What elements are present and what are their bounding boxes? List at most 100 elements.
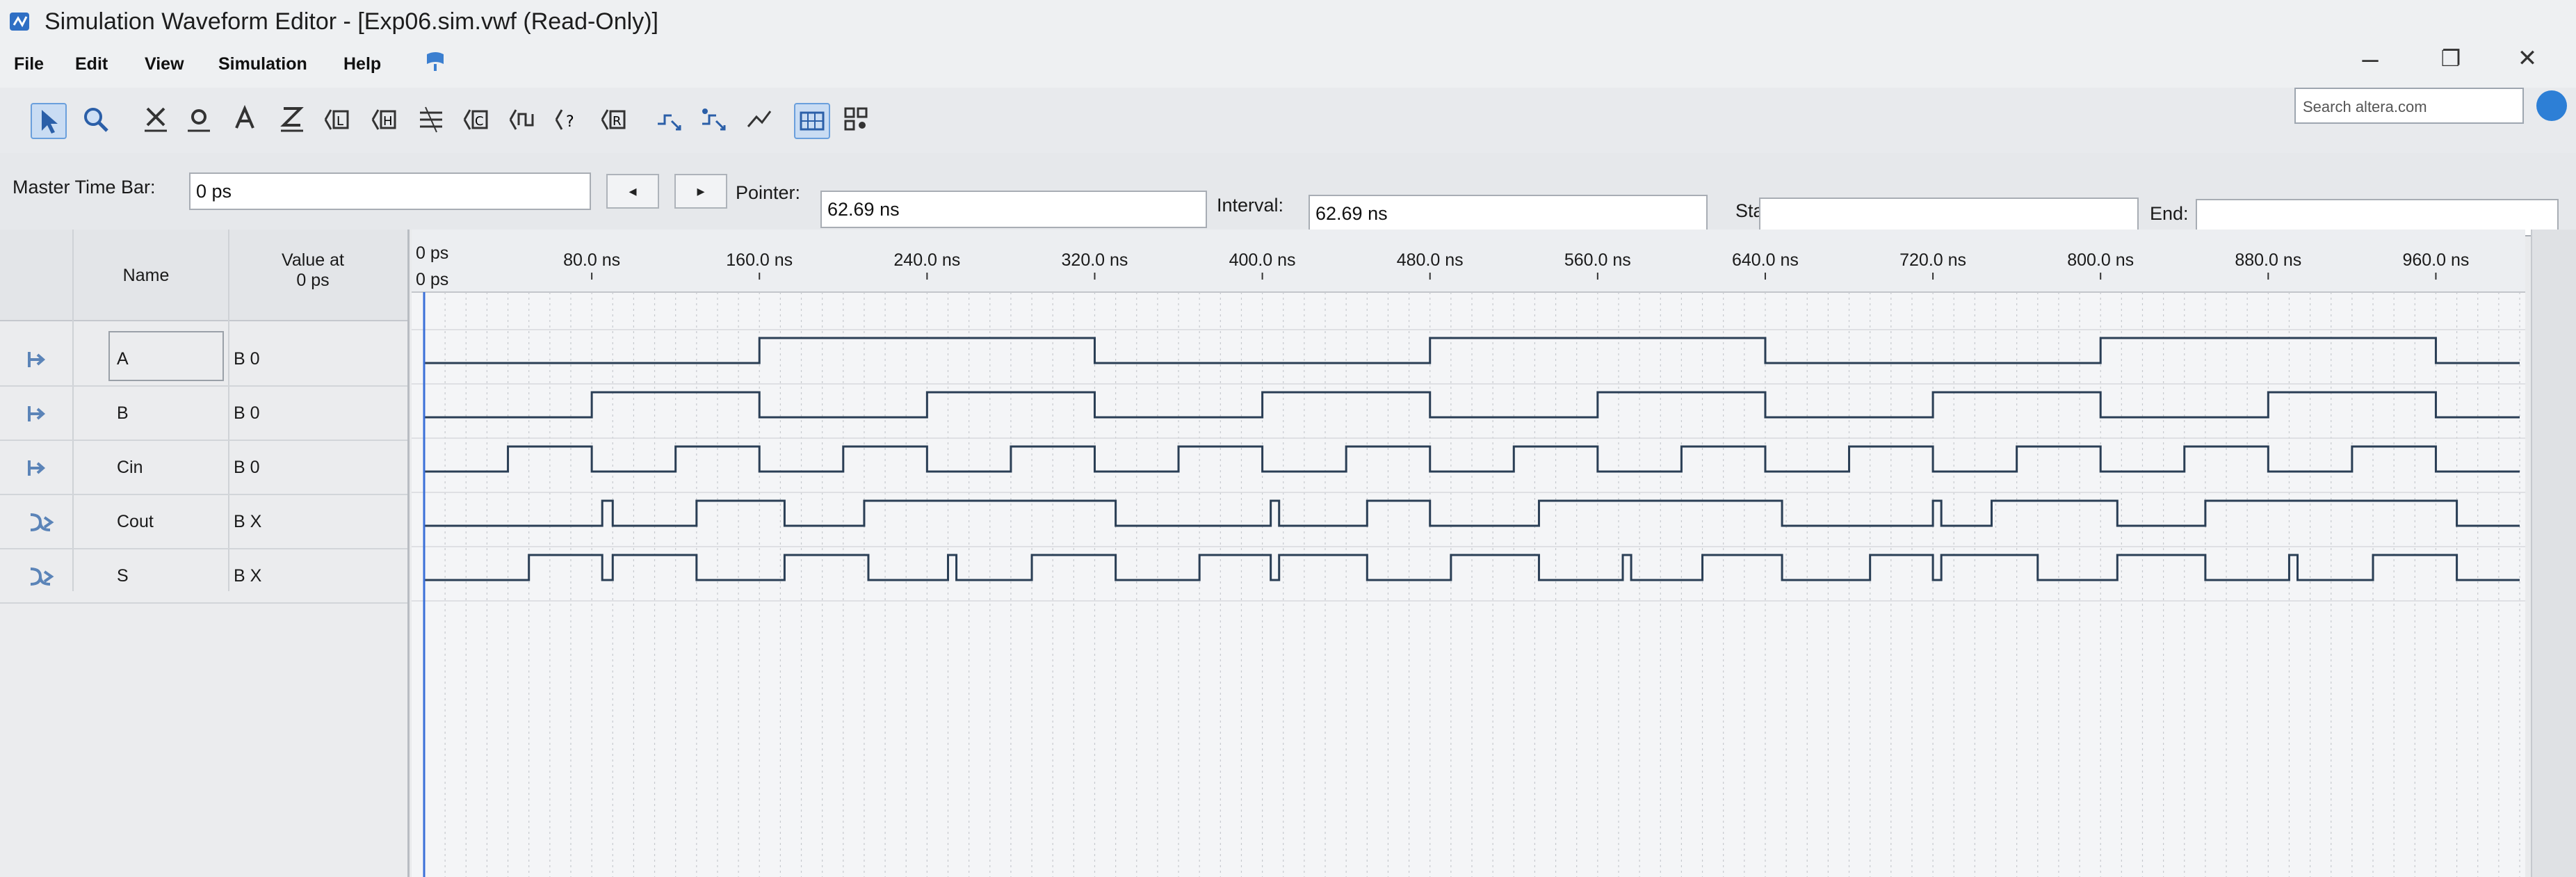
globe-icon[interactable] [2536, 90, 2567, 121]
count-value-icon: C [463, 109, 488, 130]
forcing-unknown-button[interactable] [139, 103, 172, 136]
cursor-time-label: 0 ps [416, 270, 448, 289]
grid-settings-icon [844, 107, 868, 131]
menu-simulation[interactable]: Simulation [218, 54, 307, 74]
signal-row-cin[interactable]: Cin B 0 [0, 442, 407, 495]
end-label: End: [2150, 203, 2189, 224]
toolbar: L H C ? R [0, 88, 2576, 154]
close-button[interactable]: ✕ [2503, 39, 2552, 78]
weak-high-icon: H [371, 109, 396, 130]
menu-edit[interactable]: Edit [75, 54, 108, 74]
pointer-label: Pointer: [736, 182, 801, 203]
quartus-app-icon [10, 13, 29, 31]
signal-row-cout[interactable]: Cout B X [0, 497, 407, 549]
selection-tool-button[interactable] [31, 103, 67, 139]
grid-settings-button[interactable] [840, 103, 873, 136]
name-column-header[interactable]: Name [104, 266, 188, 286]
ruler-tick-label: 720.0 ns [1899, 250, 1966, 270]
forcing-low-button[interactable] [182, 103, 216, 136]
signal-value: B 0 [234, 403, 260, 423]
high-impedance-button[interactable] [275, 103, 309, 136]
forcing-unknown-icon [145, 107, 167, 132]
ruler-tick-label: 960.0 ns [2402, 250, 2469, 270]
forcing-high-button[interactable] [228, 103, 261, 136]
ruler-tick-label: 480.0 ns [1397, 250, 1464, 270]
signal-value: B X [234, 566, 262, 586]
master-time-bar-label: Master Time Bar: [13, 177, 156, 198]
search-input[interactable]: Search altera.com [2294, 88, 2524, 124]
zoom-tool-icon [84, 108, 108, 132]
invert-button[interactable] [414, 103, 448, 136]
waveform-background [412, 230, 2525, 877]
ruler-start-label: 0 ps [416, 243, 448, 263]
signal-name: Cout [117, 512, 154, 531]
snap-to-grid-button[interactable] [794, 103, 830, 139]
waveform-panel[interactable]: 0 ps 0 ps 80.0 ns 160.0 ns 240.0 ns 320.0 ns 4… [412, 230, 2525, 877]
window-title: Simulation Waveform Editor - [Exp06.sim.… [44, 8, 658, 35]
next-transition-button[interactable]: ▸ [674, 174, 727, 209]
random-values-button[interactable]: ? [552, 103, 585, 136]
master-time-bar-field[interactable]: 0 ps [189, 172, 591, 210]
waveform-editor-window: Simulation Waveform Editor - [Exp06.sim.… [0, 0, 2576, 877]
signal-name: B [117, 403, 129, 423]
functional-simulation-icon [658, 114, 681, 131]
netlist-button[interactable] [743, 103, 776, 136]
output-pin-icon [30, 513, 54, 531]
input-pin-icon [28, 352, 46, 367]
ruler-tick-label: 880.0 ns [2235, 250, 2301, 270]
ruler-tick-label: 80.0 ns [563, 250, 620, 270]
waveform-canvas[interactable]: 0 ps 0 ps 80.0 ns 160.0 ns 240.0 ns 320.0 ns 4… [412, 230, 2525, 877]
ruler-tick-label: 640.0 ns [1732, 250, 1799, 270]
timing-simulation-icon [702, 108, 726, 131]
forcing-high-icon [235, 104, 254, 129]
clock-button[interactable] [506, 103, 540, 136]
name-cell-focus [108, 331, 224, 381]
value-header-line2: 0 ps [296, 271, 330, 290]
high-impedance-icon [280, 107, 304, 132]
value-header-line1: Value at [282, 250, 344, 270]
svg-text:?: ? [566, 113, 574, 131]
menu-help[interactable]: Help [343, 54, 381, 74]
zoom-tool-button[interactable] [79, 103, 113, 136]
weak-high-button[interactable]: H [368, 103, 402, 136]
signal-list-panel: Name Value at 0 ps AB 0BB 0 Cin B 0 Cout B X… [0, 230, 410, 877]
minimize-button[interactable]: – [2346, 39, 2395, 78]
svg-text:L: L [337, 114, 343, 129]
vertical-scrollbar[interactable] [2531, 230, 2576, 877]
menu-view[interactable]: View [145, 54, 184, 74]
time-bar-row: Master Time Bar: 0 ps ◂ ▸ Pointer: 62.69… [0, 153, 2576, 236]
signal-row-b[interactable]: B B 0 [0, 388, 407, 441]
netlist-icon [747, 111, 772, 127]
arbitrary-value-icon: R [601, 109, 626, 130]
weak-low-button[interactable]: L [321, 103, 355, 136]
ruler-tick-label: 240.0 ns [893, 250, 960, 270]
timing-simulation-button[interactable] [697, 103, 730, 136]
functional-simulation-button[interactable] [652, 103, 686, 136]
signal-row-s[interactable]: SB X [0, 551, 407, 604]
selection-tool-icon [42, 110, 58, 134]
svg-text:H: H [383, 114, 393, 129]
output-pin-icon [30, 568, 54, 586]
ruler-tick-label: 560.0 ns [1564, 250, 1631, 270]
arbitrary-value-button[interactable]: R [598, 103, 631, 136]
clock-icon [509, 109, 534, 130]
interval-field[interactable]: 62.69 ns [1309, 195, 1708, 232]
input-pin-icon [28, 406, 46, 421]
help-bookmark-icon[interactable] [423, 49, 448, 74]
value-column-header[interactable]: Value at 0 ps [250, 250, 375, 291]
menu-file[interactable]: File [14, 54, 44, 74]
signal-name: Cin [117, 458, 143, 477]
ruler-tick-label: 320.0 ns [1062, 250, 1128, 270]
title-bar: Simulation Waveform Editor - [Exp06.sim.… [0, 0, 2576, 44]
weak-low-icon: L [324, 109, 349, 130]
snap-to-grid-icon [800, 111, 825, 131]
svg-text:R: R [613, 114, 622, 129]
ruler-tick-label: 160.0 ns [726, 250, 793, 270]
count-value-button[interactable]: C [460, 103, 494, 136]
previous-transition-button[interactable]: ◂ [606, 174, 659, 209]
input-pin-icon [28, 460, 46, 476]
random-values-icon: ? [555, 109, 574, 131]
interval-label: Interval: [1217, 195, 1284, 216]
pointer-field[interactable]: 62.69 ns [820, 191, 1207, 228]
restore-button[interactable]: ❐ [2427, 39, 2475, 78]
